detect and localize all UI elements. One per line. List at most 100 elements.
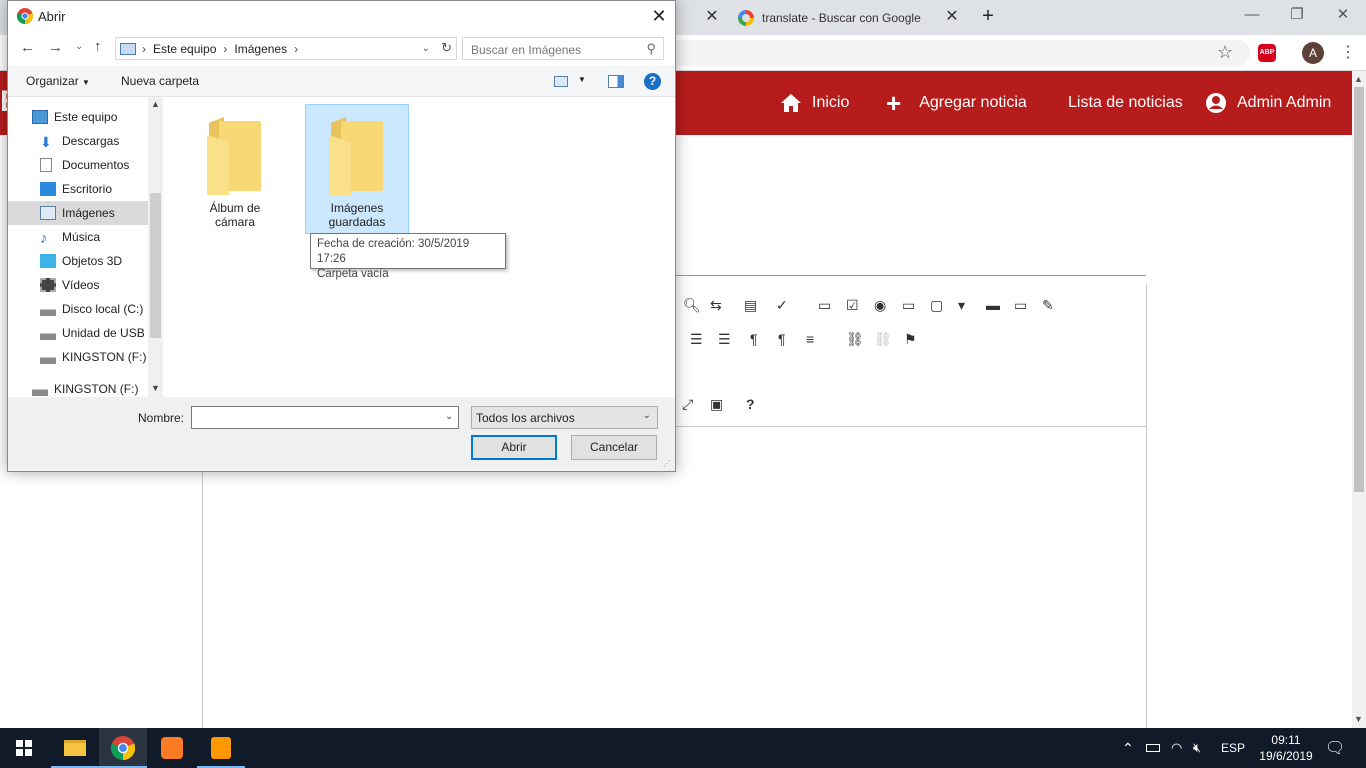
close-tab-icon[interactable]: ✕ xyxy=(704,9,720,25)
nav-item-usb[interactable]: Unidad de USB ( xyxy=(8,321,148,345)
ltr-icon[interactable]: ¶ xyxy=(750,331,758,347)
adblock-icon[interactable]: ABP xyxy=(1258,44,1276,62)
preview-pane-icon[interactable] xyxy=(608,75,624,88)
start-button[interactable] xyxy=(0,728,48,768)
nav-item-disco-c[interactable]: Disco local (C:) xyxy=(8,297,148,321)
select-field-icon[interactable]: ▾ xyxy=(958,297,965,314)
menu-dots-icon[interactable]: ⋮ xyxy=(1340,42,1356,62)
nav-home[interactable]: Inicio xyxy=(780,71,849,135)
show-blocks-icon[interactable]: ▣ xyxy=(710,396,723,413)
breadcrumb-item[interactable]: Imágenes xyxy=(234,42,287,56)
scroll-down-icon[interactable]: ▼ xyxy=(151,383,160,393)
anchor-flag-icon[interactable]: ⚑ xyxy=(904,331,917,348)
recent-chevron-icon[interactable]: ⌄ xyxy=(75,41,83,52)
checkbox-icon[interactable]: ☑ xyxy=(846,297,859,314)
unlink-icon[interactable]: ⛓ xyxy=(874,331,892,348)
select-all-icon[interactable]: ▤ xyxy=(744,297,757,314)
folder-name: Imágenes xyxy=(330,201,384,215)
breadcrumb[interactable]: › Este equipo › Imágenes › ⌄ ↻ xyxy=(115,37,457,60)
language-indicator[interactable]: ESP xyxy=(1221,728,1245,768)
wifi-icon[interactable]: ◠ xyxy=(1171,728,1182,768)
nav-news-list[interactable]: Lista de noticias xyxy=(1068,71,1183,135)
browser-tab-google[interactable]: translate - Buscar con Google ✕ xyxy=(728,0,966,35)
form-icon[interactable]: ▭ xyxy=(818,297,831,314)
taskbar-file-explorer[interactable] xyxy=(51,728,99,768)
taskbar-sublime[interactable] xyxy=(197,728,245,768)
nav-scrollbar[interactable]: ▲ ▼ xyxy=(148,97,163,397)
nav-scroll-thumb[interactable] xyxy=(150,193,161,338)
nav-item-videos[interactable]: Vídeos xyxy=(8,273,148,297)
open-button[interactable]: Abrir xyxy=(471,435,557,460)
scrollbar-thumb[interactable] xyxy=(1354,87,1364,492)
scroll-down-icon[interactable]: ▼ xyxy=(1354,714,1363,724)
new-tab-button[interactable]: + xyxy=(978,6,998,26)
rtl-icon[interactable]: ¶ xyxy=(778,331,786,347)
clock[interactable]: 09:11 19/6/2019 xyxy=(1252,728,1320,768)
folder-item-selected[interactable]: Imágenes guardadas xyxy=(305,104,409,234)
align-right-icon[interactable]: ☰ xyxy=(690,331,703,348)
hidden-field-icon[interactable]: ✎ xyxy=(1042,297,1054,314)
button-icon[interactable]: ▬ xyxy=(986,297,1000,313)
minimize-icon[interactable]: — xyxy=(1229,0,1275,30)
forward-arrow-icon[interactable]: → xyxy=(48,39,63,56)
language-icon[interactable]: ≡ xyxy=(806,331,814,347)
browser-tab-active[interactable]: ✕ xyxy=(676,0,726,35)
nav-item-objetos-3d[interactable]: Objetos 3D xyxy=(8,249,148,273)
textarea-icon[interactable]: ▢ xyxy=(930,297,943,314)
justify-icon[interactable]: ☰ xyxy=(718,331,731,348)
nav-item-kingston[interactable]: KINGSTON (F:) xyxy=(8,345,148,369)
nav-item-documentos[interactable]: Documentos xyxy=(8,153,148,177)
search-input[interactable]: Buscar en Imágenes ⚲ xyxy=(462,37,664,60)
nav-label: Objetos 3D xyxy=(62,254,123,268)
dialog-close-icon[interactable]: ✕ xyxy=(645,3,673,29)
cancel-button[interactable]: Cancelar xyxy=(571,435,657,460)
folder-item[interactable]: Álbum de cámara xyxy=(183,105,287,235)
profile-avatar[interactable]: A xyxy=(1302,42,1324,64)
filename-dropdown-icon[interactable]: ⌄ xyxy=(445,411,453,422)
replace-icon[interactable]: ⇆ xyxy=(710,297,722,314)
help-icon[interactable]: ? xyxy=(746,396,755,412)
taskbar-chrome[interactable] xyxy=(99,728,147,768)
new-folder-button[interactable]: Nueva carpeta xyxy=(121,74,199,88)
breadcrumb-item[interactable]: Este equipo xyxy=(153,42,216,56)
taskbar-xampp[interactable] xyxy=(148,728,196,768)
textfield-icon[interactable]: ▭ xyxy=(902,297,915,314)
file-type-select[interactable]: Todos los archivos ⌄ xyxy=(471,406,658,429)
dialog-footer: Nombre: ⌄ Todos los archivos ⌄ Abrir Can… xyxy=(8,397,675,471)
battery-icon[interactable] xyxy=(1146,728,1160,768)
refresh-icon[interactable]: ↻ xyxy=(441,40,452,56)
usb-icon xyxy=(40,326,56,340)
restore-icon[interactable]: ❐ xyxy=(1274,0,1320,30)
spellcheck-icon[interactable]: ✓ xyxy=(776,297,788,314)
notifications-icon[interactable]: 🗨︎ xyxy=(1325,728,1345,768)
nav-item-escritorio[interactable]: Escritorio xyxy=(8,177,148,201)
maximize-icon[interactable]: ⤢ xyxy=(682,396,693,413)
scroll-up-icon[interactable]: ▲ xyxy=(1354,74,1363,84)
tray-chevron-icon[interactable]: ⌃ xyxy=(1122,728,1134,768)
breadcrumb-dropdown-icon[interactable]: ⌄ xyxy=(422,43,430,54)
back-arrow-icon[interactable]: ← xyxy=(20,39,35,56)
link-icon[interactable]: ⛓ xyxy=(846,331,864,348)
nav-item-este-equipo[interactable]: Este equipo xyxy=(8,105,148,129)
window-close-icon[interactable]: ✕ xyxy=(1320,0,1366,30)
view-chevron-icon[interactable]: ▼ xyxy=(578,75,586,84)
help-icon[interactable]: ? xyxy=(644,73,661,90)
nav-item-descargas[interactable]: ⬇ Descargas xyxy=(8,129,148,153)
nav-add-news[interactable]: + Agregar noticia xyxy=(886,71,1027,135)
radio-icon[interactable]: ◉ xyxy=(874,297,886,314)
organize-menu[interactable]: Organizar ▼ xyxy=(26,74,90,88)
up-arrow-icon[interactable]: ↑ xyxy=(94,38,102,55)
nav-user[interactable]: Admin Admin xyxy=(1205,71,1331,135)
volume-muted-icon[interactable]: 🔇︎ xyxy=(1193,728,1201,768)
find-icon[interactable]: 🔍︎ xyxy=(683,297,701,314)
page-scrollbar[interactable]: ▲ ▼ xyxy=(1352,71,1366,728)
bookmark-star-icon[interactable]: ☆ xyxy=(1217,42,1233,63)
resize-grip-icon[interactable]: ⋰ xyxy=(663,459,671,468)
nav-item-imagenes[interactable]: Imágenes xyxy=(8,201,148,225)
close-tab-icon[interactable]: ✕ xyxy=(944,9,960,25)
nav-item-musica[interactable]: ♪ Música xyxy=(8,225,148,249)
scroll-up-icon[interactable]: ▲ xyxy=(151,99,160,109)
view-options-icon[interactable] xyxy=(554,76,568,87)
image-button-icon[interactable]: ▭ xyxy=(1014,297,1027,314)
filename-input[interactable] xyxy=(191,406,459,429)
